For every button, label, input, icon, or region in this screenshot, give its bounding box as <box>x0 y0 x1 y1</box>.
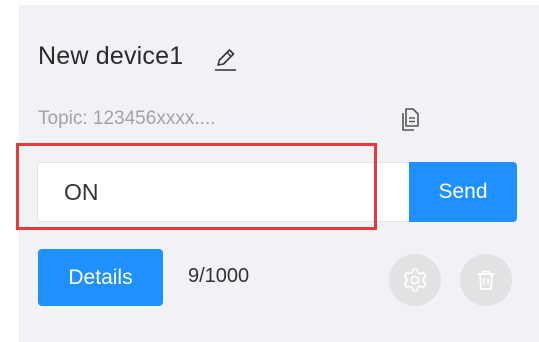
gear-icon <box>403 268 427 292</box>
topic-label: Topic: 123456xxxx.... <box>38 108 216 129</box>
edit-icon[interactable] <box>210 44 240 74</box>
message-input[interactable] <box>37 162 409 222</box>
device-name: New device1 <box>38 42 184 70</box>
settings-button[interactable] <box>389 254 441 306</box>
send-button[interactable]: Send <box>409 162 517 222</box>
copy-icon[interactable] <box>398 107 422 133</box>
delete-button[interactable] <box>460 254 512 306</box>
details-button[interactable]: Details <box>38 249 163 306</box>
message-counter: 9/1000 <box>188 265 250 287</box>
trash-icon <box>478 270 494 290</box>
